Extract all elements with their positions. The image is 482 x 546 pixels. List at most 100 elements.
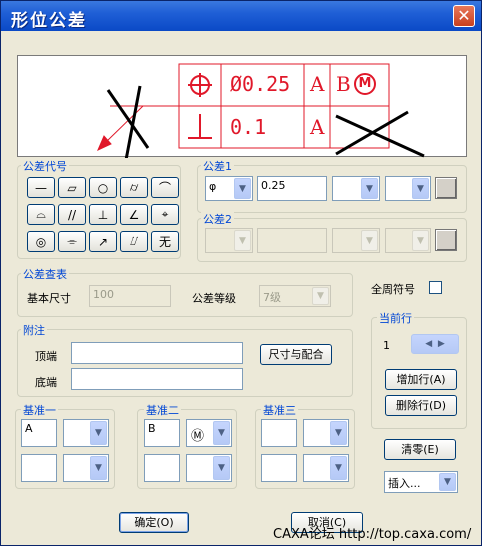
- tolerance2-label: 公差2: [201, 211, 234, 227]
- frame-row2-datum-a: A: [310, 115, 325, 139]
- circular-runout-icon: ↗: [97, 234, 109, 249]
- chevron-right-icon[interactable]: ▶: [438, 339, 445, 349]
- tolerance-code-parallelism-button[interactable]: //: [58, 204, 86, 225]
- tolerance1-modifier-select[interactable]: ▼: [385, 176, 431, 201]
- datum2-name2-input[interactable]: [144, 454, 180, 482]
- ok-button[interactable]: 确定(O): [119, 512, 189, 533]
- tolerance-code-symmetry-button[interactable]: ⌯: [58, 231, 86, 252]
- datum3-label: 基准三: [261, 402, 298, 418]
- chevron-down-icon: ▼: [361, 230, 378, 251]
- chevron-down-icon: ▼: [213, 456, 230, 480]
- frame-row1-datum-b: B: [336, 72, 351, 96]
- tolerance-grade-select[interactable]: 7级 ▼: [259, 285, 331, 307]
- tolerance-code-cylindricity-button[interactable]: ⌭: [120, 177, 148, 198]
- concentricity-icon: ◎: [35, 234, 47, 249]
- parallelism-icon: //: [67, 207, 77, 222]
- current-row-value: 1: [383, 339, 390, 352]
- datum3-modifier-select[interactable]: ▼: [303, 419, 349, 447]
- tolerance-code-circularity-button[interactable]: ○: [89, 177, 117, 198]
- datum3-name-input[interactable]: [261, 419, 297, 447]
- tolerance1-symbol-select[interactable]: ▼: [332, 176, 380, 201]
- tolerance1-prefix-select[interactable]: φ ▼: [205, 176, 253, 201]
- tolerance-code-angularity-button[interactable]: ∠: [120, 204, 148, 225]
- surface-profile-icon: ⌓: [36, 207, 46, 221]
- total-runout-icon: ⌰: [130, 234, 138, 248]
- chevron-down-icon: ▼: [213, 421, 230, 445]
- datum1-name2-input[interactable]: [21, 454, 57, 482]
- chevron-down-icon: ▼: [312, 287, 329, 305]
- chevron-left-icon[interactable]: ◀: [425, 339, 432, 349]
- datum1-modifier-select[interactable]: ▼: [63, 419, 109, 447]
- tolerance2-modifier-select[interactable]: ▼: [385, 228, 431, 253]
- delete-row-button[interactable]: 删除行(D): [385, 395, 457, 416]
- note-bottom-label: 底端: [35, 376, 57, 389]
- tolerance-code-circular-runout-button[interactable]: ↗: [89, 231, 117, 252]
- position-symbol-icon: [188, 73, 212, 97]
- chevron-down-icon: ▼: [234, 230, 251, 251]
- tolerance1-extra-button[interactable]: [435, 177, 457, 199]
- modifier-m-text: M: [358, 76, 372, 91]
- basic-size-input[interactable]: 100: [89, 285, 171, 307]
- size-and-fit-button[interactable]: 尺寸与配合: [260, 344, 332, 365]
- chevron-down-icon: ▼: [361, 178, 378, 199]
- basic-size-label: 基本尺寸: [27, 292, 71, 305]
- close-button[interactable]: ✕: [453, 5, 475, 27]
- tolerance-code-concentricity-button[interactable]: ◎: [27, 231, 55, 252]
- window-title: 形位公差: [11, 11, 87, 31]
- flatness-icon: ▱: [67, 180, 77, 195]
- note-bottom-input[interactable]: [71, 368, 243, 390]
- all-around-checkbox[interactable]: [429, 281, 442, 294]
- chevron-down-icon: ▼: [90, 456, 107, 480]
- clear-button[interactable]: 清零(E): [384, 439, 456, 460]
- datum3-modifier2-select[interactable]: ▼: [303, 454, 349, 482]
- note-label: 附注: [21, 322, 47, 338]
- row-spin-button[interactable]: ◀ ▶: [411, 334, 459, 354]
- datum2-label: 基准二: [144, 402, 181, 418]
- tolerance-grade-value: 7级: [263, 291, 281, 304]
- tolerance1-label: 公差1: [201, 158, 234, 174]
- tolerance2-value-input[interactable]: [257, 228, 327, 253]
- tolerance2-extra-button[interactable]: [435, 229, 457, 251]
- tolerance2-prefix-select[interactable]: ▼: [205, 228, 253, 253]
- chevron-down-icon: ▼: [439, 473, 456, 491]
- watermark: CAXA论坛 http://top.caxa.com/: [273, 527, 472, 542]
- frame-row1-tolerance: Ø0.25: [230, 72, 291, 96]
- title-bar[interactable]: 形位公差 ✕: [1, 1, 481, 31]
- tolerance-code-label: 公差代号: [21, 158, 69, 174]
- chevron-down-icon: ▼: [234, 178, 251, 199]
- symmetry-icon: ⌯: [67, 234, 77, 248]
- dialog-window: 形位公差 ✕ Ø0.25 A B M 0.1 A 公差代号 — ▱ ○ ⌭ ⌒ …: [0, 0, 482, 546]
- datum1-name-input[interactable]: A: [21, 419, 57, 447]
- circularity-icon: ○: [97, 180, 109, 195]
- datum1-label: 基准一: [21, 402, 58, 418]
- tolerance-code-flatness-button[interactable]: ▱: [58, 177, 86, 198]
- chevron-down-icon: ▼: [412, 230, 429, 251]
- datum1-modifier2-select[interactable]: ▼: [63, 454, 109, 482]
- tolerance-code-none-button[interactable]: 无: [151, 231, 179, 252]
- frame-row1-modifier-m: M: [354, 73, 376, 95]
- perpendicularity-icon: ⊥: [97, 207, 109, 222]
- datum2-modifier-select[interactable]: Ⓜ ▼: [186, 419, 232, 447]
- chevron-down-icon: ▼: [90, 421, 107, 445]
- tolerance2-symbol-select[interactable]: ▼: [332, 228, 380, 253]
- add-row-button[interactable]: 增加行(A): [385, 369, 457, 390]
- straightness-icon: —: [35, 180, 47, 195]
- tolerance-code-straightness-button[interactable]: —: [27, 177, 55, 198]
- datum2-name-input[interactable]: B: [144, 419, 180, 447]
- tolerance-code-position-button[interactable]: ⌖: [151, 204, 179, 225]
- tolerance-code-perpendicularity-button[interactable]: ⊥: [89, 204, 117, 225]
- tolerance-code-surface-profile-button[interactable]: ⌓: [27, 204, 55, 225]
- preview-panel: Ø0.25 A B M 0.1 A: [17, 55, 467, 158]
- datum2-modifier2-select[interactable]: ▼: [186, 454, 232, 482]
- datum3-name2-input[interactable]: [261, 454, 297, 482]
- insert-value: 插入...: [388, 477, 421, 490]
- current-row-label: 当前行: [377, 310, 414, 326]
- insert-select[interactable]: 插入... ▼: [384, 471, 458, 493]
- tolerance-code-line-profile-button[interactable]: ⌒: [151, 177, 179, 198]
- perpendicularity-symbol-icon: [188, 114, 212, 139]
- tolerance-code-total-runout-button[interactable]: ⌰: [120, 231, 148, 252]
- lookup-label: 公差查表: [21, 266, 69, 282]
- tolerance1-value-input[interactable]: 0.25: [257, 176, 327, 201]
- line-profile-icon: ⌒: [158, 181, 171, 195]
- note-top-input[interactable]: [71, 342, 243, 364]
